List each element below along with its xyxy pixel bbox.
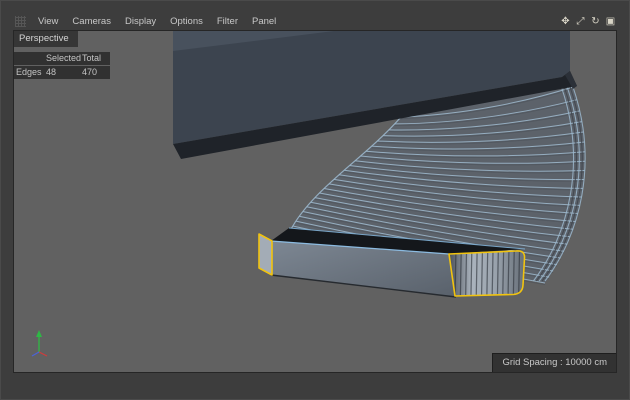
menu-display[interactable]: Display [118, 16, 163, 27]
axis-gizmo [31, 330, 48, 357]
viewport-menubar: View Cameras Display Options Filter Pane… [13, 13, 617, 30]
menu-cameras[interactable]: Cameras [65, 16, 118, 27]
menu-panel[interactable]: Panel [245, 16, 283, 27]
stats-header-row: Selected Total [14, 52, 110, 65]
pan-icon[interactable]: ✥ [559, 16, 572, 27]
perspective-viewport[interactable]: Perspective Selected Total Edges 48 470 … [13, 30, 617, 373]
stats-row-edges: Edges 48 470 [14, 66, 110, 79]
scene-canvas [31, 31, 586, 357]
stats-total-value: 470 [82, 67, 98, 77]
menu-options[interactable]: Options [163, 16, 210, 27]
stats-row-label: Edges [16, 67, 42, 77]
menu-grip-icon[interactable] [15, 16, 26, 27]
selection-stats-panel: Selected Total Edges 48 470 [14, 52, 110, 80]
rotate-icon[interactable]: ↻ [589, 16, 602, 27]
right-cap-selected [448, 250, 526, 297]
zoom-icon[interactable]: ⤢ [574, 16, 587, 27]
stats-header-total: Total [82, 53, 102, 63]
maximize-icon[interactable]: ▣ [604, 16, 617, 27]
grid-spacing-status: Grid Spacing : 10000 cm [492, 353, 616, 372]
menu-filter[interactable]: Filter [210, 16, 245, 27]
menu-view[interactable]: View [31, 16, 65, 27]
stats-header-selected: Selected [46, 53, 82, 63]
stats-selected-value: 48 [46, 67, 57, 77]
left-cap-selected [258, 233, 273, 276]
camera-label[interactable]: Perspective [14, 31, 78, 47]
